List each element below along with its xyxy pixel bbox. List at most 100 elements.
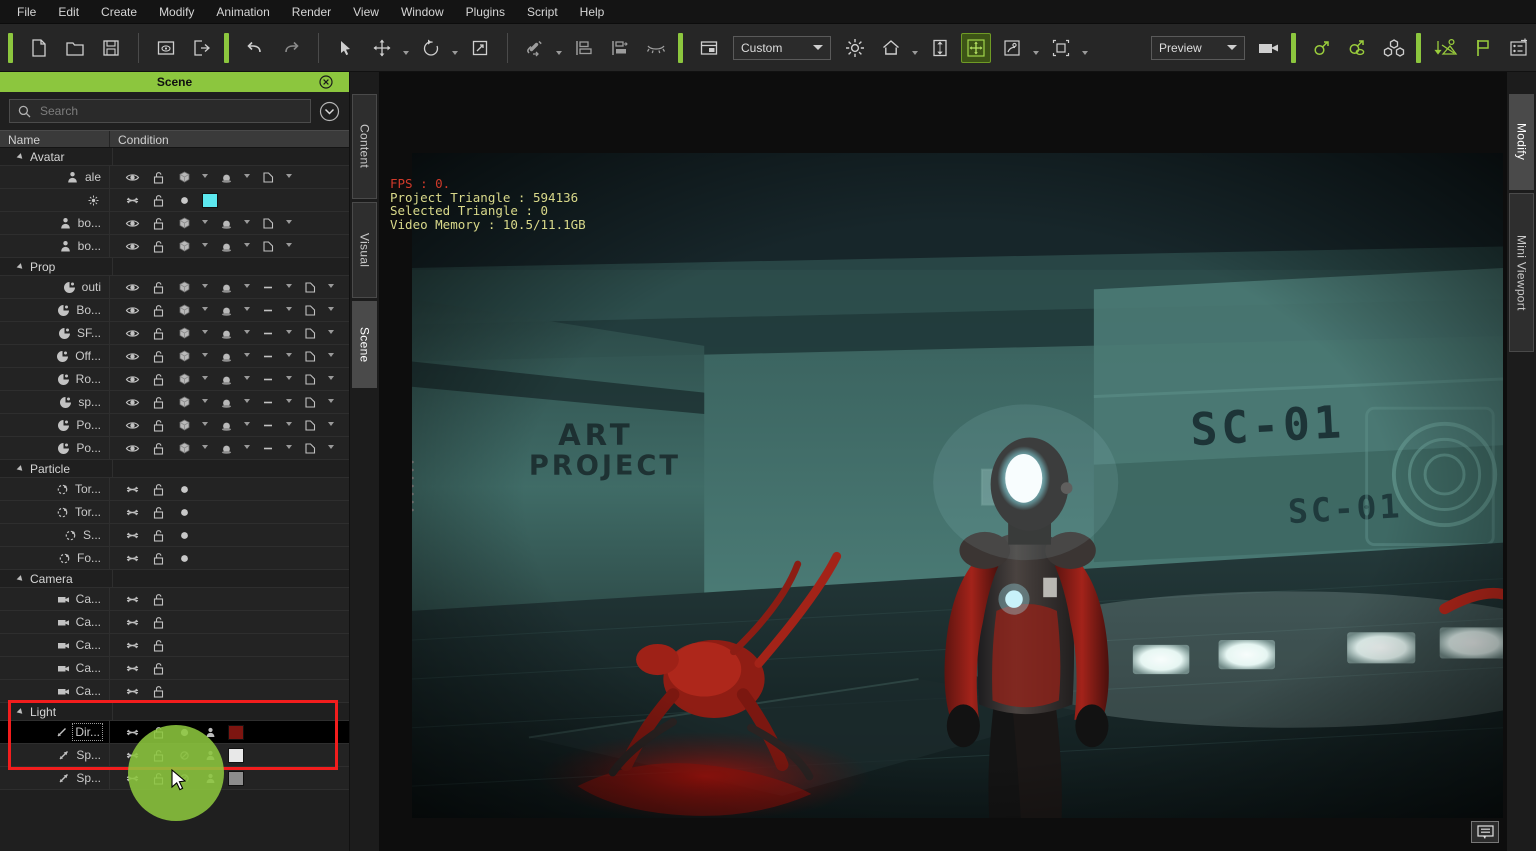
person-shadow-icon[interactable]	[197, 748, 223, 763]
menu-item-edit[interactable]: Edit	[47, 0, 90, 24]
chevron-down-icon[interactable]	[197, 353, 213, 360]
sphere-small-icon[interactable]	[171, 482, 197, 497]
lock-open-icon[interactable]	[145, 418, 171, 433]
chevron-down-icon[interactable]	[281, 376, 297, 383]
tree-row[interactable]: bo...	[0, 211, 349, 235]
chevron-down-icon[interactable]	[281, 445, 297, 452]
transform-gizmo-button[interactable]	[961, 32, 991, 63]
viewport-render-area[interactable]: ART PROJECT SC-01 SC-01	[412, 153, 1503, 818]
chevron-down-icon[interactable]	[239, 353, 255, 360]
menu-item-file[interactable]: File	[6, 0, 47, 24]
ground-button[interactable]	[925, 33, 955, 63]
menu-item-animation[interactable]: Animation	[205, 0, 280, 24]
chevron-down-icon[interactable]	[281, 174, 297, 181]
note-comment-button[interactable]	[1471, 821, 1499, 843]
bulb-off-icon[interactable]	[171, 748, 197, 763]
eye-closed-icon[interactable]	[119, 661, 145, 676]
new-file-button[interactable]	[24, 33, 54, 63]
sphere-icon[interactable]	[213, 395, 239, 410]
chevron-down-icon[interactable]	[239, 422, 255, 429]
chevron-down-icon[interactable]	[281, 353, 297, 360]
lock-open-icon[interactable]	[145, 615, 171, 630]
lock-open-icon[interactable]	[145, 326, 171, 341]
sphere-small-icon[interactable]	[171, 505, 197, 520]
cube-icon[interactable]	[171, 170, 197, 185]
lock-open-icon[interactable]	[145, 372, 171, 387]
lock-open-icon[interactable]	[145, 505, 171, 520]
tree-row[interactable]: sp...	[0, 390, 349, 414]
toolbar-grip-3[interactable]	[678, 32, 683, 63]
eye-open-icon[interactable]	[119, 239, 145, 254]
link-button[interactable]	[520, 33, 550, 63]
chevron-down-icon[interactable]	[281, 284, 297, 291]
eye-open-icon[interactable]	[119, 441, 145, 456]
chevron-down-icon[interactable]	[239, 330, 255, 337]
eye-closed-icon[interactable]	[119, 482, 145, 497]
expand-triangle-icon[interactable]	[16, 707, 25, 716]
object-pivot-caret[interactable]	[1030, 33, 1041, 63]
shape-icon[interactable]	[297, 395, 323, 410]
chevron-down-icon[interactable]	[281, 399, 297, 406]
chevron-down-icon[interactable]	[239, 445, 255, 452]
tree-row[interactable]: ale	[0, 165, 349, 189]
lock-open-icon[interactable]	[145, 638, 171, 653]
cube-icon[interactable]	[171, 349, 197, 364]
color-swatch[interactable]	[223, 770, 249, 786]
tree-group-prop[interactable]: Prop	[0, 257, 349, 276]
dash-icon[interactable]	[255, 395, 281, 410]
tree-row[interactable]: Off...	[0, 344, 349, 368]
dash-icon[interactable]	[255, 326, 281, 341]
cube-icon[interactable]	[171, 239, 197, 254]
sphere-small-icon[interactable]	[171, 528, 197, 543]
export-button[interactable]	[187, 33, 217, 63]
search-box[interactable]	[9, 99, 311, 123]
lock-open-icon[interactable]	[145, 170, 171, 185]
sphere-icon[interactable]	[213, 280, 239, 295]
shape-icon[interactable]	[297, 418, 323, 433]
mesh-blocks-button[interactable]	[1379, 33, 1409, 63]
sphere-icon[interactable]	[213, 418, 239, 433]
tab-visual[interactable]: Visual	[352, 202, 377, 298]
chevron-down-icon[interactable]	[197, 330, 213, 337]
redo-button[interactable]	[276, 33, 306, 63]
chevron-down-icon[interactable]	[239, 243, 255, 250]
sphere-icon[interactable]	[213, 441, 239, 456]
lock-open-icon[interactable]	[145, 349, 171, 364]
rotate-tool-caret[interactable]	[449, 33, 460, 63]
tree-row[interactable]: Ca...	[0, 587, 349, 611]
eye-closed-icon[interactable]	[119, 592, 145, 607]
viewport[interactable]: ART PROJECT SC-01 SC-01	[379, 72, 1507, 851]
sphere-icon[interactable]	[213, 372, 239, 387]
align-button[interactable]	[569, 33, 599, 63]
eye-open-icon[interactable]	[119, 280, 145, 295]
chevron-down-icon[interactable]	[197, 174, 213, 181]
eye-closed-icon[interactable]	[119, 505, 145, 520]
tab-modify[interactable]: Modify	[1509, 94, 1534, 190]
tree-group-avatar[interactable]: Avatar	[0, 148, 349, 166]
rotate-tool-button[interactable]	[416, 33, 446, 63]
tree-row[interactable]: Ca...	[0, 679, 349, 703]
cube-icon[interactable]	[171, 303, 197, 318]
tree-row[interactable]: Ca...	[0, 610, 349, 634]
chevron-down-icon[interactable]	[323, 307, 339, 314]
cube-icon[interactable]	[171, 441, 197, 456]
sphere-small-icon[interactable]	[171, 193, 197, 208]
color-swatch[interactable]	[197, 192, 223, 208]
shape-icon[interactable]	[297, 349, 323, 364]
search-input[interactable]	[40, 104, 302, 118]
chevron-down-icon[interactable]	[197, 307, 213, 314]
chevron-down-icon[interactable]	[239, 220, 255, 227]
cube-icon[interactable]	[171, 372, 197, 387]
chevron-down-icon[interactable]	[281, 307, 297, 314]
cube-icon[interactable]	[171, 280, 197, 295]
chevron-down-icon[interactable]	[323, 376, 339, 383]
eye-closed-icon[interactable]	[119, 615, 145, 630]
eye-open-icon[interactable]	[119, 372, 145, 387]
chevron-down-icon[interactable]	[197, 445, 213, 452]
lock-open-icon[interactable]	[145, 395, 171, 410]
shape-icon[interactable]	[297, 326, 323, 341]
video-camera-button[interactable]	[1254, 33, 1284, 63]
chevron-down-icon[interactable]	[239, 174, 255, 181]
lock-open-icon[interactable]	[145, 482, 171, 497]
chevron-down-circle-icon[interactable]	[319, 101, 340, 122]
